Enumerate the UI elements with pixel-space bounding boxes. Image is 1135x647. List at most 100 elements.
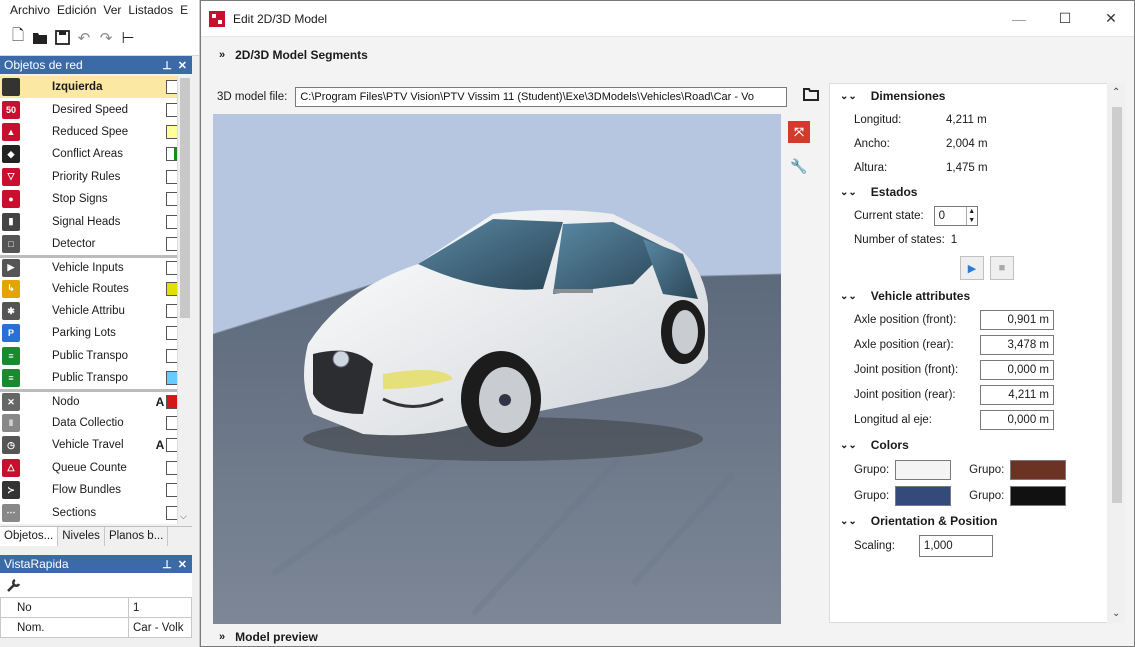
close-button[interactable]: ✕	[1088, 1, 1134, 37]
stepper-up-icon[interactable]: ▲	[967, 207, 977, 216]
maximize-button[interactable]: ☐	[1042, 1, 1088, 37]
netobj-type-icon: ⋯	[0, 502, 22, 524]
list-item[interactable]: ≻ Flow Bundles	[0, 479, 192, 501]
color-row: Grupo: Grupo:	[830, 483, 1118, 509]
netobj-type-icon: ▽	[0, 166, 22, 188]
group-dimensions[interactable]: ⌄⌄ Dimensiones	[830, 84, 1118, 108]
save-icon[interactable]	[54, 30, 70, 46]
open-folder-icon[interactable]	[32, 30, 48, 46]
segments-section-header[interactable]: » 2D/3D Model Segments	[201, 41, 1134, 69]
list-item[interactable]: ◆ Conflict Areas	[0, 143, 192, 165]
color-swatch-black[interactable]	[1010, 486, 1067, 506]
expand-chevron-icon: »	[219, 631, 226, 643]
tab-planos[interactable]: Planos b...	[105, 527, 169, 546]
group-states[interactable]: ⌄⌄ Estados	[830, 180, 1118, 204]
group-colors[interactable]: ⌄⌄ Colors	[830, 433, 1118, 457]
netobj-label: Conflict Areas	[52, 148, 123, 161]
menu-listados[interactable]: Listados	[128, 3, 173, 17]
model-file-input[interactable]	[295, 87, 788, 107]
redo-icon[interactable]: ↷	[98, 30, 114, 47]
fit-view-button[interactable]: ⤧	[786, 119, 812, 145]
prop-key: Number of states:	[854, 234, 945, 246]
list-item[interactable]: ▽ Priority Rules	[0, 166, 192, 188]
list-item[interactable]: ✱ Vehicle Attribu	[0, 300, 192, 322]
model-preview-viewport[interactable]	[213, 114, 781, 624]
group-orientation[interactable]: ⌄⌄ Orientation & Position	[830, 509, 1118, 533]
color-swatch-white[interactable]	[895, 460, 952, 480]
netobj-type-icon: ▮	[0, 211, 22, 233]
table-row[interactable]: Nom. Car - Volk	[0, 617, 192, 638]
list-item[interactable]: ⋯ Sections	[0, 501, 192, 523]
stop-button[interactable]: ■	[990, 256, 1014, 280]
list-item[interactable]: ▮ Signal Heads	[0, 210, 192, 232]
color-swatch-brown[interactable]	[1010, 460, 1067, 480]
quickview-pane: VistaRapida ⊥ ✕ No 1 Nom. Car - Volk	[0, 555, 192, 638]
axle-length-input[interactable]: 0,000 m	[980, 410, 1054, 430]
netobj-label: Detector	[52, 237, 96, 250]
minimize-button[interactable]: —	[996, 1, 1042, 37]
close-pane-icon[interactable]: ✕	[178, 558, 187, 571]
color-swatch-blue[interactable]	[895, 486, 952, 506]
table-row[interactable]: No 1	[0, 597, 192, 618]
joint-rear-input[interactable]: 4,211 m	[980, 385, 1054, 405]
netobj-type-icon: ●	[0, 188, 22, 210]
axle-front-input[interactable]: 0,901 m	[980, 310, 1054, 330]
list-item[interactable]: ✕ Nodo A	[0, 389, 192, 412]
property-scrollbar[interactable]: ⌃ ⌄	[1107, 83, 1125, 623]
label-toggle[interactable]: A	[154, 395, 166, 409]
netobj-label: Nodo	[52, 396, 80, 409]
list-item[interactable]: □ Detector	[0, 233, 192, 255]
joint-front-input[interactable]: 0,000 m	[980, 360, 1054, 380]
current-state-stepper[interactable]: 0 ▲ ▼	[933, 206, 978, 226]
prop-key: Altura:	[854, 162, 888, 174]
group-vehicle-attributes[interactable]: ⌄⌄ Vehicle attributes	[830, 284, 1118, 308]
collapse-chevron-icon: ⌄⌄	[840, 90, 857, 102]
settings-tool-button[interactable]: 🔧	[786, 153, 812, 179]
list-item[interactable]: ◷ Vehicle Travel A	[0, 434, 192, 456]
list-item[interactable]: ‖ Data Collectio	[0, 412, 192, 434]
new-file-icon[interactable]: 🗋	[10, 27, 26, 46]
scroll-up-icon[interactable]: ⌃	[1112, 87, 1120, 98]
list-item[interactable]: ≡ Public Transpo	[0, 345, 192, 367]
list-item[interactable]: ▲ Reduced Spee	[0, 121, 192, 143]
list-item[interactable]: ≡ Public Transpo	[0, 367, 192, 389]
quick-key: No	[0, 597, 129, 618]
scaling-input[interactable]: 1,000	[918, 535, 993, 557]
stepper-down-icon[interactable]: ▼	[967, 216, 977, 225]
menu-edicion[interactable]: Edición	[57, 3, 96, 17]
toolbar-more-icon[interactable]: ⊢	[120, 30, 136, 47]
browse-folder-button[interactable]	[801, 85, 821, 107]
prop-value: 2,004 m	[946, 138, 988, 150]
pin-icon[interactable]: ⊥	[162, 59, 172, 72]
menu-more[interactable]: E	[180, 3, 188, 17]
play-button[interactable]: ▶	[960, 256, 984, 280]
label-toggle[interactable]: A	[154, 438, 166, 452]
undo-icon[interactable]: ↶	[76, 30, 92, 47]
tab-objetos[interactable]: Objetos...	[0, 527, 59, 546]
menu-ver[interactable]: Ver	[103, 3, 121, 17]
netobj-label: Signal Heads	[52, 215, 121, 228]
preview-section-header[interactable]: » Model preview	[201, 627, 1134, 647]
prop-key: Ancho:	[854, 138, 890, 150]
quickview-table: No 1 Nom. Car - Volk	[0, 597, 192, 638]
wrench-icon[interactable]	[0, 573, 192, 597]
prop-key: Joint position (rear):	[854, 389, 956, 401]
list-item[interactable]: △ Queue Counte	[0, 457, 192, 479]
list-item[interactable]: Izquierda	[0, 76, 192, 99]
list-item[interactable]: ↳ Vehicle Routes	[0, 278, 192, 300]
close-pane-icon[interactable]: ✕	[178, 59, 187, 72]
quick-value: 1	[128, 597, 192, 618]
menu-archivo[interactable]: Archivo	[10, 3, 50, 17]
list-item[interactable]: ▶ Vehicle Inputs	[0, 255, 192, 277]
list-item[interactable]: P Parking Lots	[0, 322, 192, 344]
scroll-down-icon[interactable]: ⌄	[1112, 608, 1120, 619]
list-item[interactable]: ● Stop Signs	[0, 188, 192, 210]
pin-icon[interactable]: ⊥	[162, 558, 172, 571]
tab-niveles[interactable]: Niveles	[58, 527, 105, 546]
stepper-value: 0	[938, 210, 946, 222]
axle-rear-input[interactable]: 3,478 m	[980, 335, 1054, 355]
list-item[interactable]: 50 Desired Speed	[0, 98, 192, 120]
netobj-scrollbar[interactable]: ⌵	[177, 76, 192, 524]
color-label: Grupo:	[854, 490, 890, 502]
netobj-label: Stop Signs	[52, 193, 108, 206]
